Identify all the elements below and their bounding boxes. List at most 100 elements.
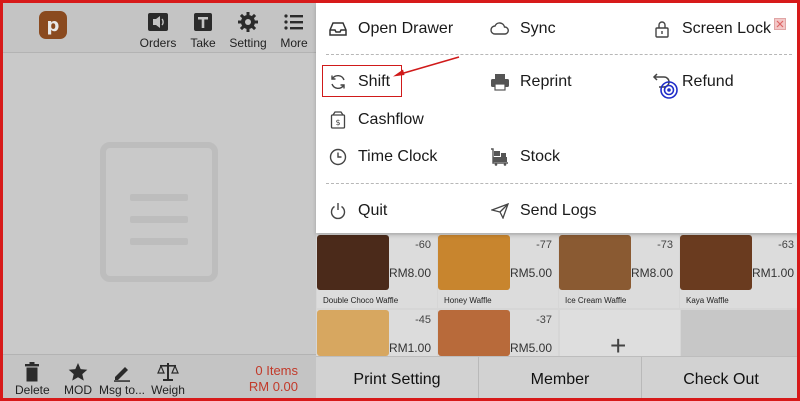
menu-item-label: Screen Lock	[682, 20, 771, 37]
product-count: -63	[778, 239, 794, 251]
print-setting-button[interactable]: Print Setting	[316, 357, 479, 398]
menu-item-quit[interactable]: Quit	[328, 198, 387, 224]
product-name: Double Choco Waffle	[323, 296, 399, 305]
product-price: RM1.00	[388, 341, 431, 355]
gear-icon	[226, 11, 270, 33]
top-toolbar: p Orders Take Setting More	[3, 3, 316, 53]
member-button[interactable]: Member	[479, 357, 642, 398]
menu-divider	[326, 183, 792, 184]
msg-to-label: Msg to...	[99, 383, 146, 397]
msg-to-button[interactable]: Msg to...	[99, 361, 145, 397]
product-price: RM8.00	[388, 266, 431, 280]
annotation-arrow	[393, 56, 460, 77]
more-button[interactable]: More	[272, 11, 316, 51]
menu-item-label: Open Drawer	[358, 20, 454, 37]
check-out-button[interactable]: Check Out	[642, 357, 797, 398]
product-name: Ice Cream Waffle	[565, 296, 627, 305]
touch-cursor-icon	[660, 81, 678, 99]
take-button[interactable]: Take	[181, 11, 225, 51]
product-image	[680, 235, 752, 290]
add-product-button[interactable]: +	[560, 310, 680, 361]
trash-icon	[15, 361, 49, 383]
product-count: -45	[415, 314, 431, 326]
product-name: Kaya Waffle	[686, 296, 729, 305]
drawer-icon	[328, 19, 348, 39]
star-icon	[61, 361, 95, 383]
product-image	[438, 310, 510, 356]
mod-button[interactable]: MOD	[61, 361, 95, 397]
menu-item-label: Sync	[520, 20, 556, 37]
order-panel: p Orders Take Setting More Delete MOD Ms…	[3, 3, 316, 398]
menu-item-time-clock[interactable]: Time Clock	[328, 144, 437, 170]
weigh-label: Weigh	[151, 383, 185, 397]
more-label: More	[280, 36, 308, 50]
take-icon	[181, 11, 225, 33]
menu-item-label: Send Logs	[520, 202, 597, 219]
empty-tile	[681, 310, 797, 356]
order-summary: 0 Items RM 0.00	[249, 363, 298, 395]
product-tile[interactable]: -45 RM1.00	[317, 310, 437, 356]
empty-order-icon	[100, 142, 218, 282]
setting-button[interactable]: Setting	[226, 11, 270, 51]
product-count: -37	[536, 314, 552, 326]
menu-item-open-drawer[interactable]: Open Drawer	[328, 16, 453, 42]
delete-button[interactable]: Delete	[15, 361, 50, 397]
menu-item-label: Time Clock	[358, 148, 438, 165]
product-price: RM1.00	[751, 266, 794, 280]
menu-item-cashflow[interactable]: $ Cashflow	[328, 107, 424, 133]
speaker-icon	[136, 11, 180, 33]
orders-button[interactable]: Orders	[136, 11, 180, 51]
plus-icon: +	[610, 330, 627, 361]
app-window: p Orders Take Setting More Delete MOD Ms…	[0, 0, 800, 401]
menu-item-sync[interactable]: Sync	[490, 16, 556, 42]
svg-text:$: $	[335, 118, 340, 127]
cash-icon: $	[328, 110, 348, 130]
menu-item-stock[interactable]: Stock	[490, 144, 560, 170]
menu-item-label: Refund	[682, 73, 734, 90]
menu-item-label: Reprint	[520, 73, 572, 90]
order-actions-bar: Delete MOD Msg to... Weigh 0 Items RM 0.…	[3, 354, 316, 398]
product-price: RM5.00	[509, 341, 552, 355]
product-price: RM8.00	[630, 266, 673, 280]
product-count: -73	[657, 239, 673, 251]
menu-item-label: Cashflow	[358, 111, 424, 128]
weigh-button[interactable]: Weigh	[150, 361, 186, 397]
product-tile[interactable]: -60 RM8.00 Double Choco Waffle	[317, 235, 437, 308]
more-menu: Open Drawer Sync Screen Lock Shift Repri…	[316, 3, 797, 233]
product-tile[interactable]: -77 RM5.00 Honey Waffle	[438, 235, 558, 308]
product-count: -60	[415, 239, 431, 251]
delete-label: Delete	[15, 383, 50, 397]
product-price: RM5.00	[509, 266, 552, 280]
printer-icon	[490, 72, 510, 92]
product-image	[317, 235, 389, 290]
menu-item-screen-lock[interactable]: Screen Lock	[652, 16, 771, 42]
product-name: Honey Waffle	[444, 296, 492, 305]
menu-item-reprint[interactable]: Reprint	[490, 69, 572, 95]
menu-item-label: Quit	[358, 202, 388, 219]
take-label: Take	[190, 36, 216, 50]
product-tile[interactable]: -63 RM1.00 Kaya Waffle	[680, 235, 797, 308]
scale-icon	[150, 361, 186, 383]
product-tile[interactable]: -37 RM5.00	[438, 310, 558, 356]
product-image	[317, 310, 389, 356]
close-icon[interactable]	[774, 18, 786, 30]
order-total: RM 0.00	[248, 379, 298, 394]
clock-icon	[328, 147, 348, 167]
send-icon	[490, 201, 510, 221]
menu-item-label: Stock	[520, 148, 561, 165]
power-icon	[328, 201, 348, 221]
menu-item-send-logs[interactable]: Send Logs	[490, 198, 597, 224]
checkout-actions: Print Setting Member Check Out	[316, 356, 797, 398]
orders-label: Orders	[139, 36, 177, 50]
setting-label: Setting	[229, 36, 267, 50]
product-image	[438, 235, 510, 290]
product-image	[559, 235, 631, 290]
pencil-icon	[99, 361, 145, 383]
mod-label: MOD	[64, 383, 92, 397]
app-logo: p	[39, 11, 67, 39]
stock-icon	[490, 147, 510, 167]
list-icon	[272, 11, 316, 33]
product-tile[interactable]: -73 RM8.00 Ice Cream Waffle	[559, 235, 679, 308]
items-count: 0 Items	[255, 363, 298, 378]
cloud-icon	[490, 19, 510, 39]
